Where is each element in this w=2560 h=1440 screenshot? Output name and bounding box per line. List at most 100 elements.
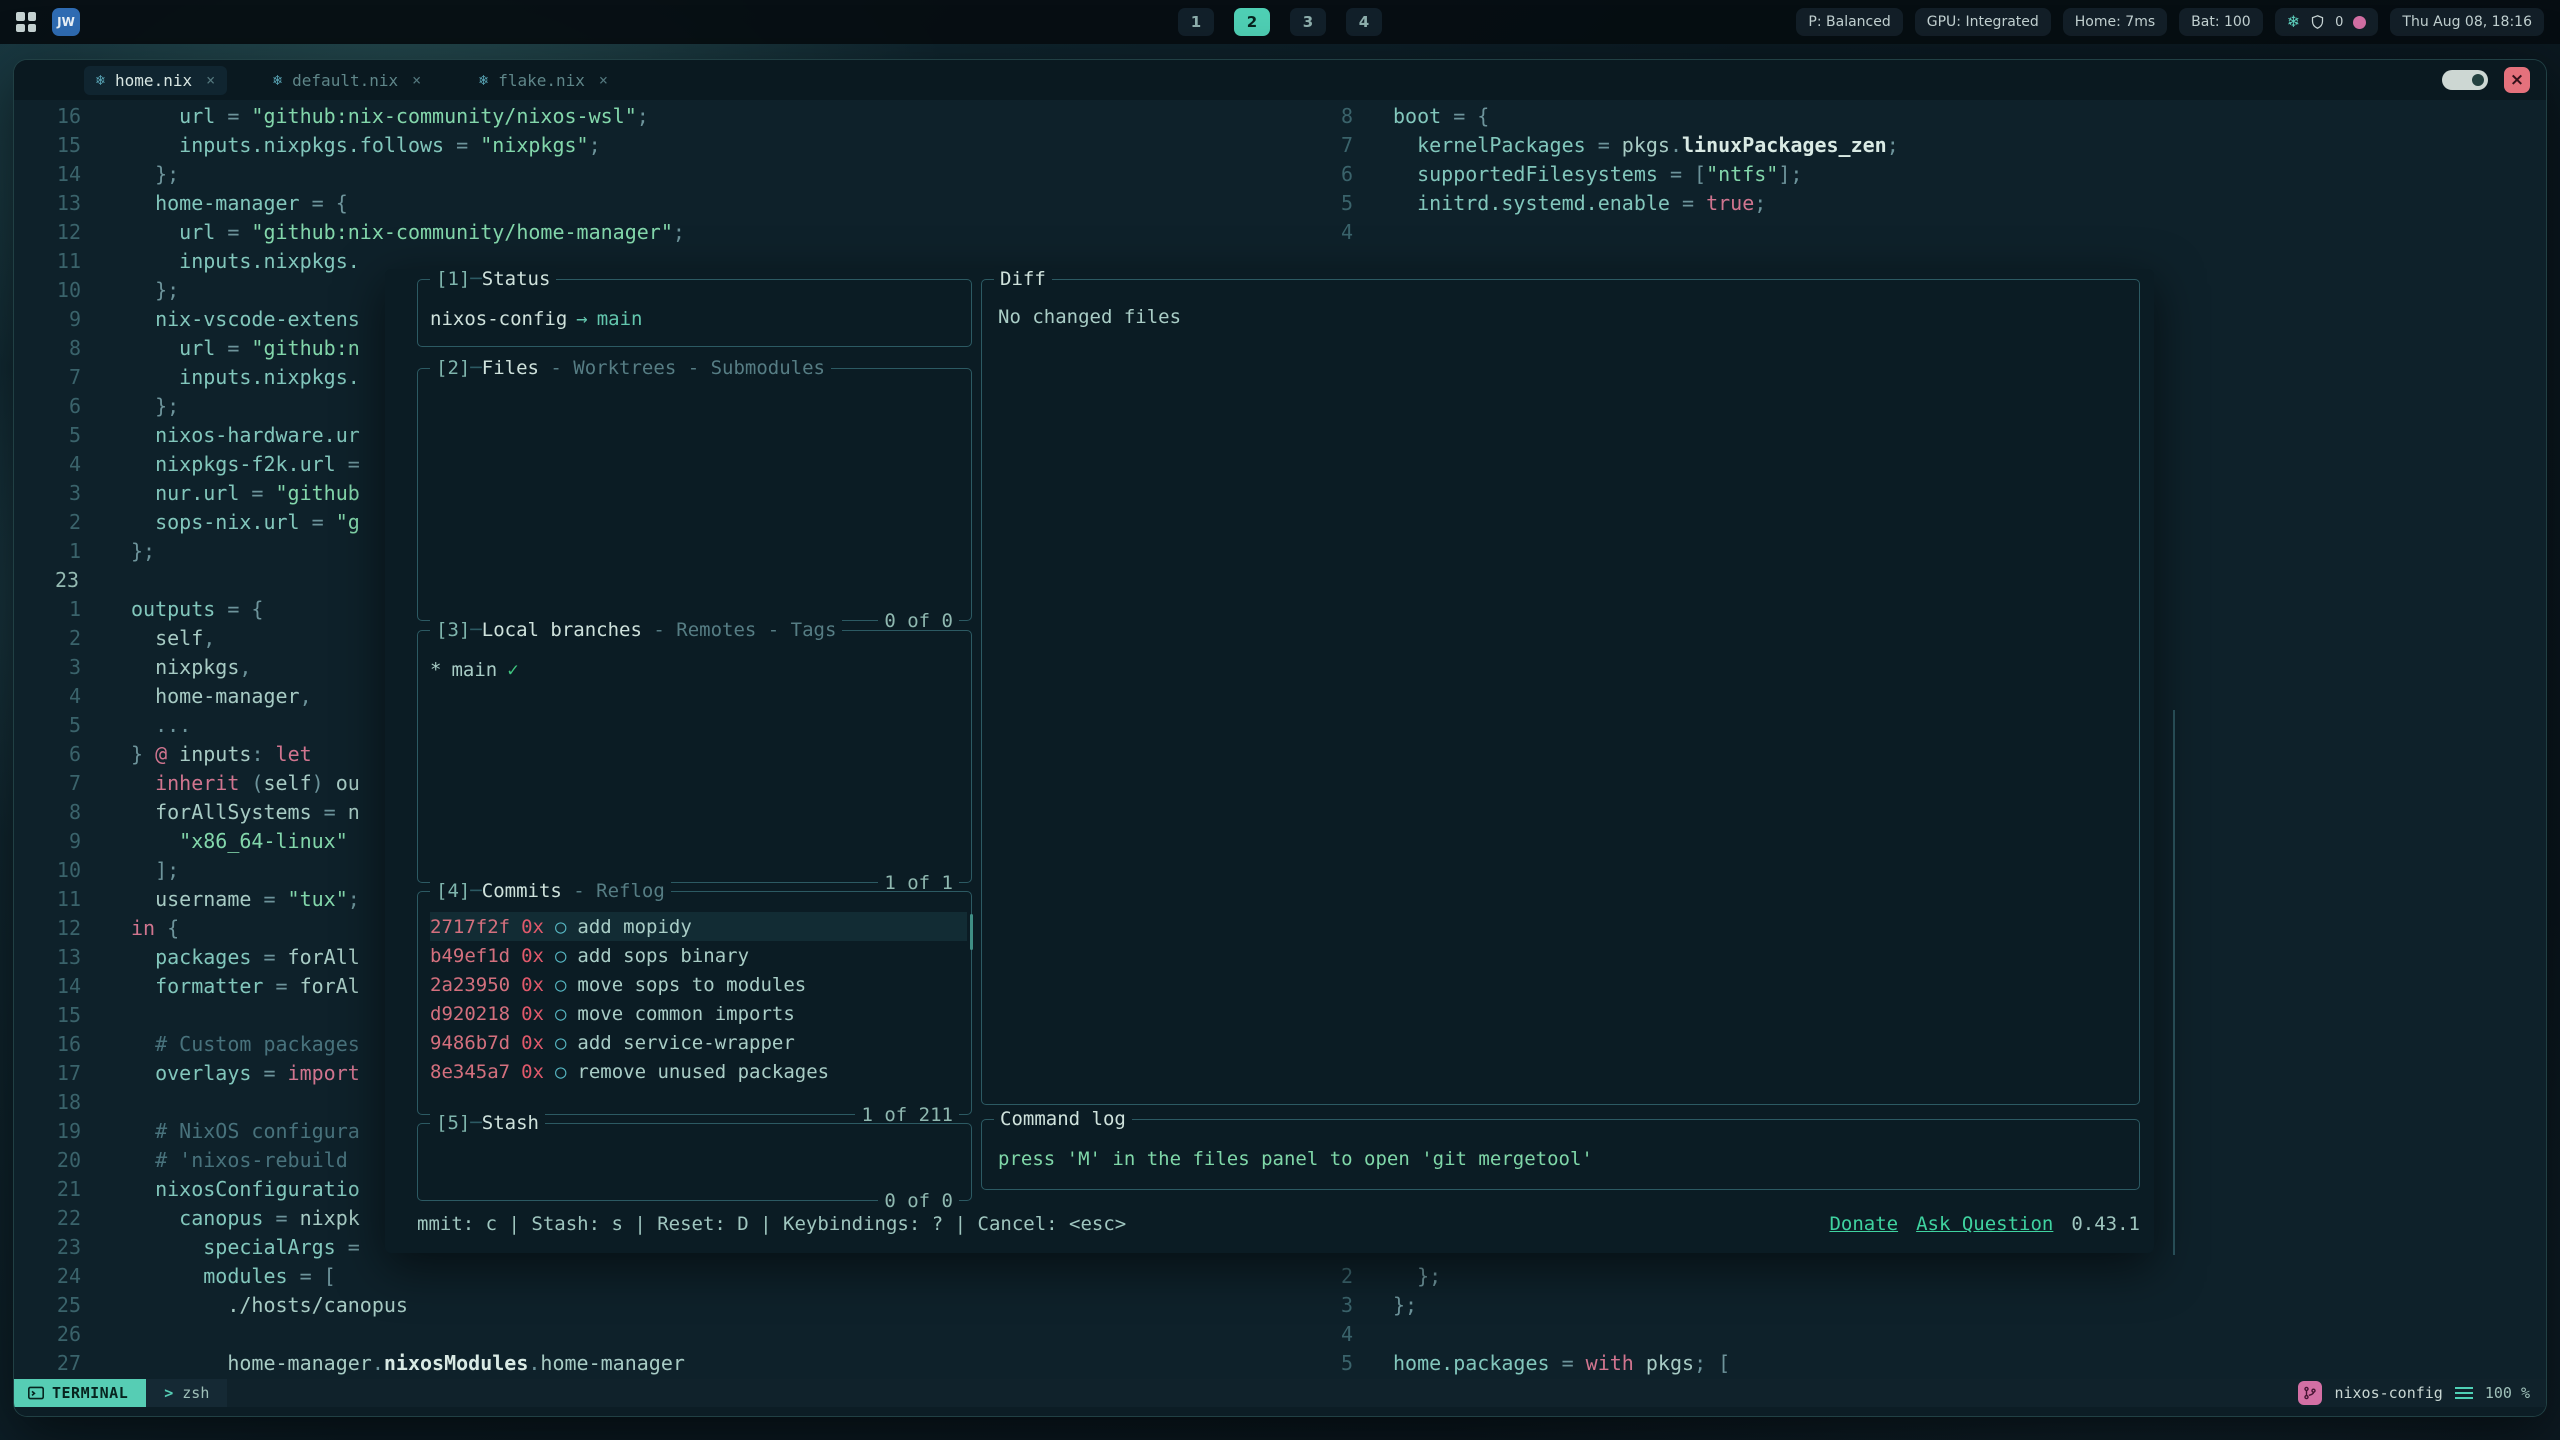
code-line[interactable]: 8boot = {	[1307, 102, 1899, 131]
commit-row[interactable]: 2a239500x○move sops to modules	[430, 970, 967, 999]
lazygit-version: 0.43.1	[2071, 1211, 2140, 1237]
code-line[interactable]: 27 home-manager.nixosModules.home-manage…	[14, 1349, 1294, 1378]
commit-message: move sops to modules	[577, 972, 806, 998]
commit-hash: 9486b7d	[430, 1030, 510, 1056]
commit-row[interactable]: b49ef1d0x○add sops binary	[430, 941, 967, 970]
line-number: 25	[55, 1291, 81, 1320]
donate-link[interactable]: Donate	[1829, 1211, 1898, 1237]
branch-name: main	[441, 659, 501, 681]
panel-title: Diff	[994, 266, 1052, 292]
panel-name: Commits	[482, 878, 562, 904]
ask-question-link[interactable]: Ask Question	[1916, 1211, 2053, 1237]
commits-scrollbar[interactable]	[970, 914, 973, 950]
window-toggle-pill[interactable]	[2442, 70, 2488, 90]
line-number: 4	[1307, 218, 1353, 247]
commit-message: remove unused packages	[577, 1059, 829, 1085]
code-line[interactable]: 5 initrd.systemd.enable = true;	[1307, 189, 1899, 218]
system-tray[interactable]: ❄ 0	[2275, 8, 2379, 36]
code-line[interactable]: 26	[14, 1320, 1294, 1349]
workspace-3[interactable]: 3	[1290, 8, 1326, 36]
workspace-4[interactable]: 4	[1346, 8, 1382, 36]
lazygit-diff-panel[interactable]: Diff No changed files	[981, 279, 2140, 1105]
lazygit-files-panel[interactable]: [2]Files - Worktrees - Submodules 0 of 0	[417, 368, 972, 621]
code-text: ./hosts/canopus	[131, 1291, 408, 1320]
commit-row[interactable]: 8e345a70x○remove unused packages	[430, 1057, 967, 1086]
code-text: boot = {	[1393, 102, 1489, 131]
lazygit-stash-panel[interactable]: [5]Stash 0 of 0	[417, 1123, 972, 1201]
line-number: 26	[55, 1320, 81, 1349]
top-bar: JW 1 2 3 4 P: Balanced GPU: Integrated H…	[0, 0, 2560, 44]
tab-close-icon[interactable]: ×	[412, 71, 421, 89]
code-line[interactable]: 7 kernelPackages = pkgs.linuxPackages_ze…	[1307, 131, 1899, 160]
tab-close-icon[interactable]: ×	[206, 71, 215, 89]
code-line[interactable]: 25 ./hosts/canopus	[14, 1291, 1294, 1320]
code-line[interactable]: 5home.packages = with pkgs; [	[1307, 1349, 1730, 1378]
line-number: 2	[55, 624, 81, 653]
tab-flake-nix[interactable]: ❄ flake.nix ×	[467, 66, 620, 95]
code-line[interactable]: 3};	[1307, 1291, 1730, 1320]
code-line[interactable]: 16 url = "github:nix-community/nixos-wsl…	[14, 102, 1294, 131]
tab-default-nix[interactable]: ❄ default.nix ×	[261, 66, 433, 95]
line-number: 11	[55, 885, 81, 914]
lazygit-status-panel[interactable]: [1]Status nixos-config→main	[417, 279, 972, 347]
line-number: 19	[55, 1117, 81, 1146]
tab-close-icon[interactable]: ×	[599, 71, 608, 89]
code-text: "x86_64-linux"	[131, 827, 348, 856]
top-bar-left: JW	[16, 8, 80, 36]
nix-snowflake-icon: ❄	[96, 71, 105, 89]
code-line[interactable]: 12 url = "github:nix-community/home-mana…	[14, 218, 1294, 247]
color-dot-icon	[2353, 16, 2366, 29]
code-text: url = "github:nix-community/home-manager…	[131, 218, 685, 247]
editor-pane-right-bottom: 2 };3};45home.packages = with pkgs; [	[1307, 1262, 1730, 1378]
commit-graph-bullet: ○	[555, 972, 566, 998]
line-number: 13	[55, 189, 81, 218]
lazygit-branches-panel[interactable]: [3]Local branches - Remotes - Tags *main…	[417, 630, 972, 883]
panel-number: [1]	[436, 266, 482, 292]
code-text: url = "github:nix-community/nixos-wsl";	[131, 102, 649, 131]
line-number: 3	[55, 479, 81, 508]
lazygit-command-log-panel[interactable]: Command log press 'M' in the files panel…	[981, 1119, 2140, 1190]
tab-label: default.nix	[292, 71, 398, 90]
code-line[interactable]: 24 modules = [	[14, 1262, 1294, 1291]
terminal-buffer-tab[interactable]: > zsh	[146, 1379, 227, 1407]
commit-row[interactable]: d9202180x○move common imports	[430, 999, 967, 1028]
panel-subtabs: - Reflog	[562, 878, 665, 904]
nix-snowflake-icon: ❄	[273, 71, 282, 89]
pane-scrollbar[interactable]	[2173, 710, 2175, 1255]
line-number: 15	[55, 1001, 81, 1030]
repo-name: nixos-config	[2334, 1384, 2442, 1402]
app-launcher-icon[interactable]	[16, 12, 36, 32]
code-text: packages = forAll	[131, 943, 360, 972]
code-text: } @ inputs: let	[131, 740, 312, 769]
window-close-button[interactable]: ×	[2504, 67, 2530, 93]
code-line[interactable]: 13 home-manager = {	[14, 189, 1294, 218]
commit-row[interactable]: 9486b7d0x○add service-wrapper	[430, 1028, 967, 1057]
code-line[interactable]: 6 supportedFilesystems = ["ntfs"];	[1307, 160, 1899, 189]
workspace-1[interactable]: 1	[1178, 8, 1214, 36]
panel-title: [2]Files - Worktrees - Submodules	[430, 355, 831, 381]
code-text: canopus = nixpk	[131, 1204, 360, 1233]
logo-badge[interactable]: JW	[52, 8, 80, 36]
code-text: outputs = {	[131, 595, 263, 624]
battery-module: Bat: 100	[2179, 8, 2263, 36]
code-line[interactable]: 4	[1307, 218, 1899, 247]
commit-author: 0x	[521, 972, 544, 998]
code-text: };	[131, 392, 179, 421]
editor-pane-right-top: 8boot = {7 kernelPackages = pkgs.linuxPa…	[1307, 102, 1899, 247]
panel-title: [1]Status	[430, 266, 556, 292]
code-line[interactable]: 4	[1307, 1320, 1730, 1349]
panel-name: Status	[482, 266, 551, 292]
tab-home-nix[interactable]: ❄ home.nix ×	[84, 66, 227, 95]
panel-name: Local branches	[482, 617, 642, 643]
code-text: specialArgs =	[131, 1233, 360, 1262]
code-text: sops-nix.url = "g	[131, 508, 360, 537]
code-line[interactable]: 15 inputs.nixpkgs.follows = "nixpkgs";	[14, 131, 1294, 160]
code-text: nixpkgs-f2k.url =	[131, 450, 360, 479]
code-text: overlays = import	[131, 1059, 360, 1088]
code-line[interactable]: 2 };	[1307, 1262, 1730, 1291]
commit-row[interactable]: 2717f2f0x○add mopidy	[430, 912, 967, 941]
workspace-2-active[interactable]: 2	[1234, 8, 1270, 36]
clock: Thu Aug 08, 18:16	[2390, 8, 2544, 36]
code-line[interactable]: 14 };	[14, 160, 1294, 189]
lazygit-commits-panel[interactable]: [4]Commits - Reflog 2717f2f0x○add mopidy…	[417, 891, 972, 1115]
